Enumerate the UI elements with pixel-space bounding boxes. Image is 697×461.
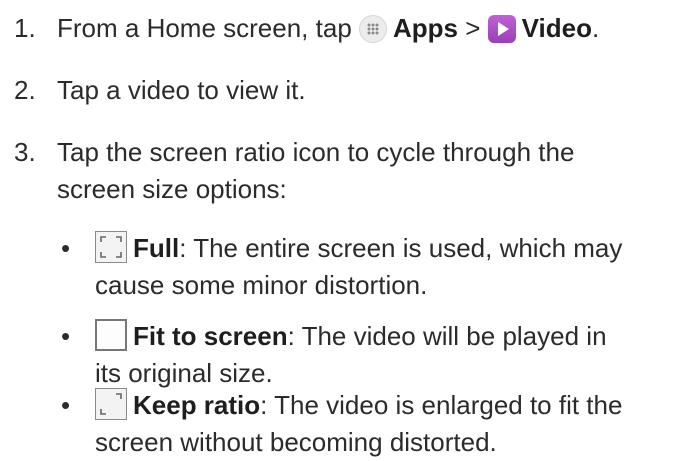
step-text-pre: From a Home screen, tap — [57, 13, 359, 43]
full-screen-icon — [95, 231, 127, 263]
option-text: Full: The entire screen is used, which m… — [95, 230, 695, 304]
step-text: Tap the screen ratio icon to cycle throu… — [57, 134, 697, 208]
video-app-icon — [487, 15, 516, 43]
step-text-line1: Tap the screen ratio icon to cycle throu… — [57, 137, 575, 167]
bullet: • — [61, 321, 71, 351]
bullet: • — [61, 233, 71, 263]
option-desc-line1: : The video is enlarged to fit the — [260, 390, 623, 420]
step-text: From a Home screen, tap Apps > Video. — [57, 10, 697, 47]
option-label: Fit to screen — [133, 321, 288, 351]
option-text: Fit to screen: The video will be played … — [95, 318, 695, 392]
option-desc-line1: : The video will be played in — [287, 321, 607, 351]
step-number: 3. — [14, 137, 36, 167]
step-number: 1. — [14, 13, 36, 43]
apps-label: Apps — [393, 13, 458, 43]
option-desc-line2: screen without becoming distorted. — [95, 427, 497, 457]
step-sep: > — [458, 13, 488, 43]
step-text: Tap a video to view it. — [57, 75, 306, 105]
fit-screen-icon — [95, 319, 127, 351]
step-text-line2: screen size options: — [57, 174, 287, 204]
option-desc-line2: its original size. — [95, 358, 273, 388]
step-end: . — [591, 13, 600, 43]
option-label: Full — [133, 233, 180, 263]
video-label: Video — [521, 13, 592, 43]
option-desc-line2: cause some minor distortion. — [95, 270, 428, 300]
apps-icon — [359, 15, 387, 43]
option-label: Keep ratio — [133, 390, 261, 420]
keep-ratio-icon — [95, 388, 127, 420]
bullet: • — [61, 390, 71, 420]
option-desc-line1: : The entire screen is used, which may — [179, 233, 623, 263]
step-number: 2. — [14, 75, 36, 105]
option-text: Keep ratio: The video is enlarged to fit… — [95, 387, 695, 461]
